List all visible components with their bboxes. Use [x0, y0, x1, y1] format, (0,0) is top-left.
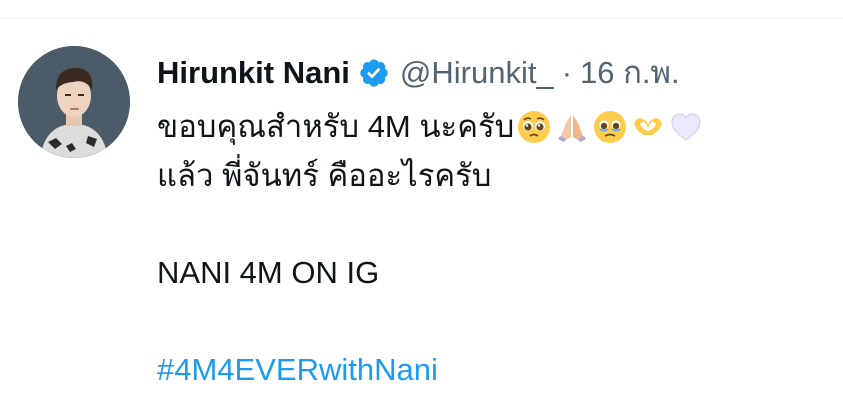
- author-name[interactable]: Hirunkit Nani: [157, 51, 350, 95]
- author-handle[interactable]: @Hirunkit_: [400, 51, 554, 95]
- tweet-line-3: NANI 4M ON IG: [157, 248, 817, 297]
- avatar[interactable]: [18, 46, 130, 158]
- tweet-line-4: #4M4EVERwithNani: [157, 345, 817, 394]
- tweet-header: Hirunkit Nani @Hirunkit_ · 16 ก.พ.: [157, 51, 680, 95]
- heart-hands-emoji-icon: [630, 109, 666, 145]
- tweet[interactable]: Hirunkit Nani @Hirunkit_ · 16 ก.พ. ขอบคุ…: [0, 19, 843, 401]
- pleading-face-emoji-icon: [516, 109, 552, 145]
- tweet-line-2-text: แล้ว พี่จันทร์ คืออะไรครับ: [157, 158, 492, 193]
- folded-hands-emoji-icon: [554, 109, 590, 145]
- tweet-line-2: แล้ว พี่จันทร์ คืออะไรครับ: [157, 151, 817, 200]
- tweet-line-3-text: NANI 4M ON IG: [157, 255, 380, 290]
- tweet-line-1: ขอบคุณสำหรับ 4M นะครับ: [157, 102, 817, 151]
- white-heart-emoji-icon: [668, 109, 704, 145]
- tweet-line-1-text: ขอบคุณสำหรับ 4M นะครับ: [157, 109, 515, 144]
- verified-badge-icon[interactable]: [358, 57, 390, 89]
- separator-dot: ·: [561, 55, 573, 90]
- face-holding-back-tears-emoji-icon: [592, 109, 628, 145]
- tweet-text: ขอบคุณสำหรับ 4M นะครับ แล้ว พี่จันทร์ คื…: [157, 102, 817, 394]
- tweet-timestamp[interactable]: 16 ก.พ.: [580, 51, 680, 95]
- hashtag-link[interactable]: #4M4EVERwithNani: [157, 345, 438, 394]
- avatar-image: [18, 46, 130, 158]
